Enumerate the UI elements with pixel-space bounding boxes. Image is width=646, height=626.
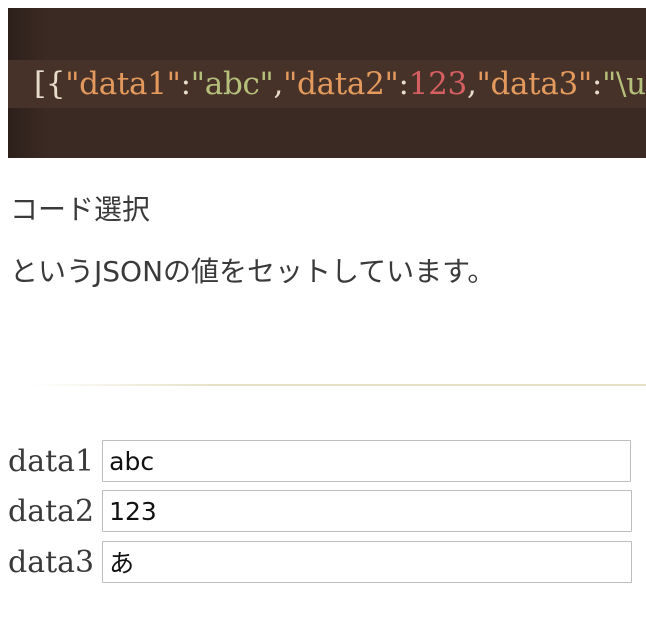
code-token-punct: : xyxy=(591,66,603,102)
code-token-key: "data3" xyxy=(476,66,593,102)
data2-input[interactable] xyxy=(102,490,633,532)
data1-input[interactable] xyxy=(102,440,632,482)
form-row-data3: data3 xyxy=(8,539,633,585)
code-block: [{"data1":"abc","data2":123,"data3":"\u xyxy=(8,8,646,158)
code-token-punct: [{ xyxy=(34,66,66,102)
divider xyxy=(30,384,646,386)
data3-label: data3 xyxy=(8,544,95,580)
code-select-text: コード選択 xyxy=(10,193,151,226)
code-token-key: "data2" xyxy=(283,66,399,102)
json-code[interactable]: [{"data1":"abc","data2":123,"data3":"\u xyxy=(34,64,646,104)
code-token-str: "abc" xyxy=(190,66,274,102)
form-row-data2: data2 xyxy=(8,488,633,534)
data3-input[interactable] xyxy=(102,541,633,583)
data2-label: data2 xyxy=(8,493,95,529)
data1-label: data1 xyxy=(8,443,95,479)
code-token-punct: , xyxy=(273,66,284,102)
code-token-str: "\u xyxy=(602,66,646,102)
code-token-key: "data1" xyxy=(65,66,181,102)
code-token-punct: : xyxy=(398,66,409,102)
code-token-punct: , xyxy=(466,66,477,102)
form-row-data1: data1 xyxy=(8,438,632,484)
code-token-num: 123 xyxy=(408,66,468,102)
description-text: というJSONの値をセットしています。 xyxy=(10,255,496,288)
code-token-punct: : xyxy=(180,66,191,102)
